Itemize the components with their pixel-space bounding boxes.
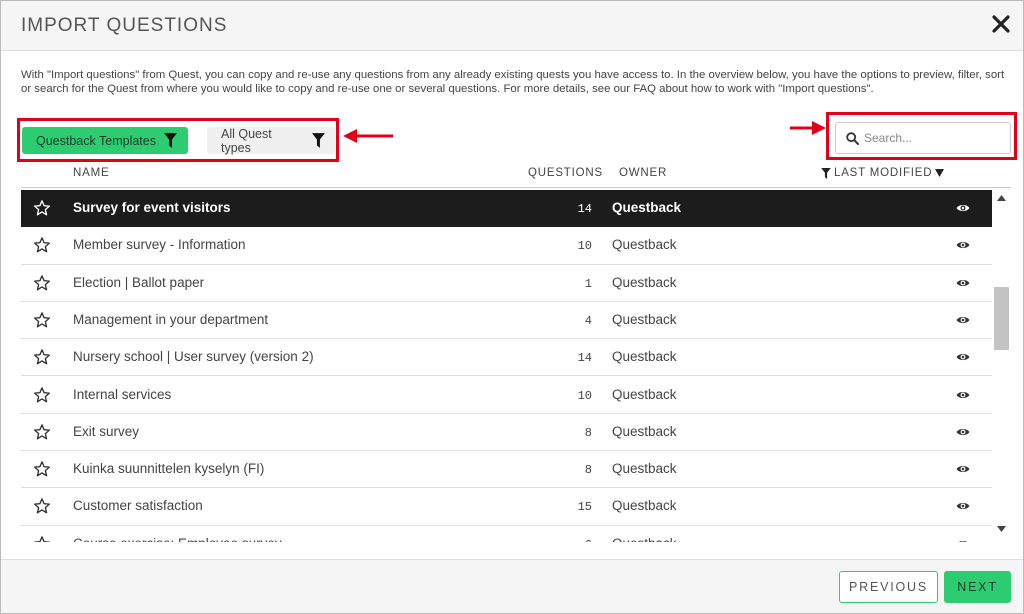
table-row[interactable]: Election | Ballot paper 1 Questback [21, 264, 992, 302]
question-count: 15 [577, 500, 592, 515]
star-icon[interactable] [33, 348, 51, 366]
table-row[interactable]: Exit survey 8 Questback [21, 413, 992, 452]
close-icon [992, 15, 1010, 33]
star-icon[interactable] [33, 423, 51, 441]
question-count: 8 [584, 463, 592, 478]
table-row[interactable]: Member survey - Information 10 Questback [21, 227, 992, 265]
star-icon[interactable] [33, 311, 51, 329]
eye-icon[interactable] [956, 313, 970, 327]
arrow-right-annotation [790, 121, 826, 135]
star-icon[interactable] [33, 535, 51, 542]
filters-annotation-box [17, 118, 339, 162]
question-count: 8 [584, 425, 592, 440]
column-header-last-modified[interactable]: LAST MODIFIED [821, 167, 945, 179]
quest-name: Exit survey [73, 423, 140, 439]
question-count: 1 [584, 276, 592, 291]
eye-icon[interactable] [956, 388, 970, 402]
quest-owner: Questback [612, 311, 677, 327]
table-row[interactable]: Survey for event visitors 14 Questback [21, 190, 992, 228]
scroll-down-icon[interactable] [997, 526, 1006, 532]
table-row[interactable]: Management in your department 4 Questback [21, 301, 992, 340]
eye-icon[interactable] [956, 537, 970, 542]
search-input[interactable] [864, 127, 1004, 149]
star-icon[interactable] [33, 386, 51, 404]
search-icon [846, 132, 859, 145]
quest-owner: Questback [612, 386, 677, 402]
filter-icon [821, 167, 831, 179]
eye-icon[interactable] [956, 201, 970, 215]
column-header-questions[interactable]: QUESTIONS [528, 167, 603, 179]
quest-owner: Questback [612, 349, 677, 365]
table-row[interactable]: Customer satisfaction 15 Questback [21, 488, 992, 526]
list-scrollbar[interactable] [992, 190, 1011, 542]
quest-name: Internal services [73, 386, 172, 402]
table-row[interactable]: Course exercise: Employee survey 6 Questba… [21, 525, 992, 542]
next-button[interactable]: NEXT [944, 571, 1011, 603]
quest-name: Election | Ballot paper [73, 274, 205, 290]
eye-icon[interactable] [956, 499, 970, 513]
search-box [835, 122, 1011, 154]
star-icon[interactable] [33, 199, 51, 217]
star-icon[interactable] [33, 274, 51, 292]
quest-name: Kuinka suunnittelen kyselyn (FI) [73, 461, 265, 477]
scroll-up-icon[interactable] [997, 195, 1006, 201]
import-questions-dialog: IMPORT QUESTIONS With "Import questions"… [0, 0, 1024, 614]
intro-text: With "Import questions" from Quest, you … [21, 69, 1005, 95]
column-header-name[interactable]: NAME [73, 167, 109, 179]
quest-name: Course exercise: Employee survey [73, 536, 282, 542]
dialog-title: IMPORT QUESTIONS [21, 15, 228, 36]
eye-icon[interactable] [956, 425, 970, 439]
quest-owner: Questback [612, 498, 677, 514]
dialog-footer: PREVIOUS NEXT [1, 559, 1023, 613]
question-count: 14 [577, 351, 592, 366]
dialog-header: IMPORT QUESTIONS [1, 1, 1023, 51]
table-header-divider [21, 187, 1011, 188]
close-button[interactable] [989, 12, 1013, 36]
quest-name: Nursery school | User survey (version 2) [73, 349, 314, 365]
eye-icon[interactable] [956, 350, 970, 364]
eye-icon[interactable] [956, 238, 970, 252]
quest-name: Customer satisfaction [73, 498, 203, 514]
quest-name: Member survey - Information [73, 237, 246, 253]
column-header-owner[interactable]: OWNER [619, 167, 667, 179]
question-count: 6 [585, 538, 592, 542]
question-count: 4 [584, 313, 592, 328]
previous-button[interactable]: PREVIOUS [839, 571, 938, 603]
table-row[interactable]: Nursery school | User survey (version 2)… [21, 339, 992, 377]
table-row[interactable]: Internal services 10 Questback [21, 376, 992, 414]
quest-owner: Questback [612, 423, 677, 439]
star-icon[interactable] [33, 460, 51, 478]
question-count: 14 [577, 202, 592, 216]
scrollbar-thumb[interactable] [994, 287, 1009, 350]
eye-icon[interactable] [956, 276, 970, 290]
table-row[interactable]: Kuinka suunnittelen kyselyn (FI) 8 Questba… [21, 451, 992, 489]
quest-owner: Questback [612, 461, 677, 477]
arrow-left-annotation [343, 129, 393, 143]
sort-down-icon [935, 169, 945, 177]
quest-name: Survey for event visitors [73, 200, 231, 215]
quest-owner: Questback [612, 237, 677, 253]
quest-owner: Questback [612, 200, 682, 215]
eye-icon[interactable] [956, 462, 970, 476]
last-modified-label: LAST MODIFIED [834, 167, 933, 179]
quest-list: Survey for event visitors 14 Questback Memb… [21, 190, 992, 542]
question-count: 10 [577, 239, 592, 254]
star-icon[interactable] [33, 497, 51, 515]
star-icon[interactable] [33, 236, 51, 254]
quest-name: Management in your department [73, 311, 269, 327]
quest-owner: Questback [612, 274, 677, 290]
quest-owner: Questback [612, 536, 677, 542]
question-count: 10 [577, 388, 592, 403]
